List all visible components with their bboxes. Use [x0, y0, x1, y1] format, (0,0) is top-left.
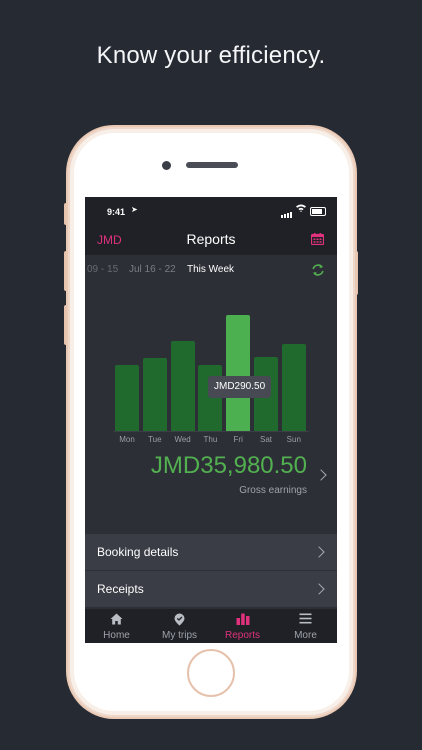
- day-label: Tue: [148, 435, 162, 444]
- tab-label: My trips: [162, 630, 197, 641]
- chart-bar-fri[interactable]: [226, 315, 251, 431]
- tab-label: More: [294, 630, 317, 641]
- location-arrow-icon: ➤: [131, 205, 138, 214]
- row-label: Receipts: [97, 582, 144, 596]
- chevron-right-icon: [313, 583, 325, 595]
- tab-home[interactable]: Home: [85, 609, 148, 643]
- tab-my-trips[interactable]: My trips: [148, 609, 211, 643]
- day-label: Wed: [174, 435, 191, 444]
- gross-earnings-label: Gross earnings: [239, 485, 307, 496]
- tab-label: Reports: [224, 630, 260, 641]
- week-tab-current[interactable]: This Week: [187, 264, 234, 275]
- earnings-bar-chart: Mon Tue Wed Thu Fri Sat Sun JMD290.50: [85, 285, 337, 455]
- menu-icon: [299, 613, 312, 624]
- marketing-headline: Know your efficiency.: [96, 42, 326, 69]
- booking-details-row[interactable]: Booking details: [85, 534, 337, 571]
- chart-bar-sun[interactable]: [281, 343, 306, 431]
- chevron-right-icon: [313, 546, 325, 558]
- chart-bar-tue[interactable]: [142, 357, 167, 431]
- home-button[interactable]: [187, 649, 235, 697]
- chevron-right-icon[interactable]: [315, 469, 327, 481]
- front-camera: [162, 161, 171, 170]
- bar-chart-icon: [236, 613, 250, 625]
- wifi-icon: [296, 204, 306, 214]
- calendar-icon[interactable]: [311, 233, 324, 245]
- bar-tooltip: JMD290.50: [208, 376, 272, 398]
- day-label: Mon: [119, 435, 135, 444]
- day-label: Sat: [259, 435, 272, 444]
- nav-bar: JMD Reports: [85, 225, 337, 255]
- earpiece-speaker: [186, 162, 238, 168]
- tab-bar: Home My trips Reports More: [85, 609, 337, 643]
- refresh-icon[interactable]: [311, 263, 325, 277]
- page-title: Reports: [186, 231, 236, 247]
- app-screen: 9:41 ➤ JMD Reports 09 - 15 Jul 16 - 22 T…: [85, 197, 337, 643]
- gross-earnings-amount: JMD35,980.50: [150, 452, 307, 479]
- home-icon: [110, 613, 123, 625]
- receipts-row[interactable]: Receipts: [85, 571, 337, 608]
- day-label: Thu: [203, 435, 218, 444]
- tab-reports[interactable]: Reports: [211, 609, 274, 643]
- week-selector: 09 - 15 Jul 16 - 22 This Week: [85, 261, 337, 277]
- cellular-signal-icon: [281, 208, 293, 218]
- week-tab[interactable]: 09 - 15: [87, 264, 118, 275]
- day-label: Fri: [233, 435, 243, 444]
- chart-bar-mon[interactable]: [115, 365, 139, 431]
- location-icon: [174, 613, 185, 626]
- tab-label: Home: [103, 630, 130, 641]
- status-bar: 9:41 ➤: [85, 197, 337, 225]
- day-label: Sun: [286, 435, 301, 444]
- tab-more[interactable]: More: [274, 609, 337, 643]
- chart-bar-thu[interactable]: [198, 365, 223, 431]
- status-time: 9:41: [107, 207, 126, 217]
- chart-baseline: [113, 431, 309, 432]
- chart-bar-wed[interactable]: [170, 340, 195, 431]
- row-label: Booking details: [97, 545, 179, 559]
- week-tab[interactable]: Jul 16 - 22: [129, 264, 176, 275]
- battery-icon: [310, 207, 326, 216]
